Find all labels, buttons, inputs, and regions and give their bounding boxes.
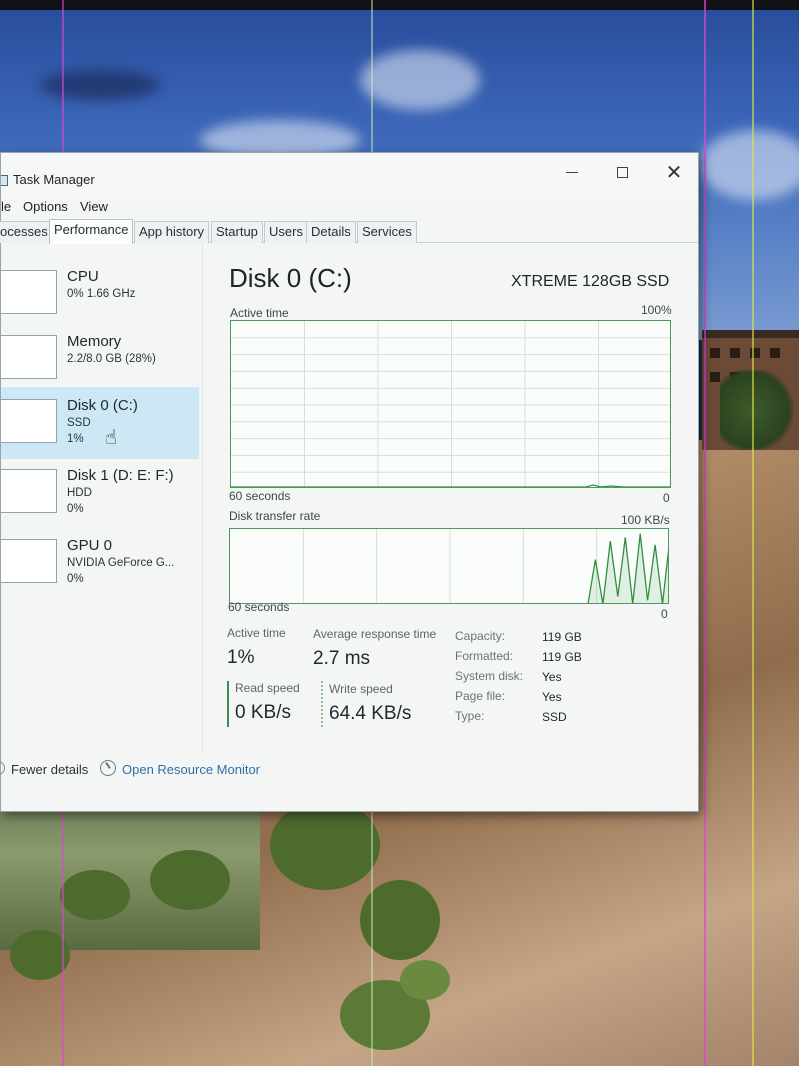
maximize-button[interactable] [599,157,645,187]
resource-name: Disk 1 (D: E: F:) [67,467,174,484]
active-time-stat-value: 1% [227,647,255,668]
resource-monitor-icon[interactable] [100,760,116,776]
window-title: Task Manager [13,172,95,187]
active-time-graph-min: 0 [663,491,670,505]
page-file-value: Yes [542,690,562,704]
tab-strip: ocesses Performance App history Startup … [0,219,698,244]
tab-details[interactable]: Details [306,221,356,243]
chevron-up-icon[interactable] [0,761,5,775]
active-time-graph-label: Active time [230,306,289,320]
resource-item-gpu-0[interactable]: GPU 0 NVIDIA GeForce G... 0% [1,533,199,599]
resource-detail: HDD [67,487,92,499]
capacity-value: 119 GB [542,630,582,644]
open-resource-monitor-link[interactable]: Open Resource Monitor [122,762,260,777]
resource-list: CPU 0% 1.66 GHz Memory 2.2/8.0 GB (28%) … [1,244,203,754]
minimize-button[interactable] [549,157,595,187]
resource-name: CPU [67,268,99,285]
close-button[interactable]: ✕ [651,157,697,187]
resource-detail: 0% 1.66 GHz [67,288,136,300]
transfer-graph-duration: 60 seconds [228,600,290,614]
resource-item-cpu[interactable]: CPU 0% 1.66 GHz [1,264,199,330]
resource-detail: NVIDIA GeForce G... [67,557,175,569]
system-disk-label: System disk: [455,669,524,683]
resource-item-disk-1[interactable]: Disk 1 (D: E: F:) HDD 0% [1,463,199,529]
tab-services[interactable]: Services [357,221,417,243]
disk-1-mini-graph [1,469,57,513]
menu-file[interactable]: le [1,199,11,214]
resource-usage: 0% [67,503,84,515]
disk-0-mini-graph [1,399,57,443]
read-speed-value: 0 KB/s [235,702,291,723]
write-speed-value: 64.4 KB/s [329,703,412,724]
type-value: SSD [542,710,567,724]
active-time-graph-plot [231,321,670,487]
menu-view[interactable]: View [80,199,108,214]
system-disk-value: Yes [542,670,562,684]
write-speed-label: Write speed [329,682,393,696]
resource-detail: 2.2/8.0 GB (28%) [67,353,156,365]
resource-name: Disk 0 (C:) [67,397,138,414]
menu-options[interactable]: Options [23,199,68,214]
disk-title: Disk 0 (C:) [229,263,352,293]
page-file-label: Page file: [455,689,506,703]
task-manager-icon [1,175,8,186]
transfer-graph-label: Disk transfer rate [229,509,321,523]
transfer-rate-plot [302,529,668,603]
resource-item-disk-0[interactable]: Disk 0 (C:) SSD 1% ☝ [1,387,199,459]
tab-processes[interactable]: ocesses [0,221,53,243]
monitor-bezel [0,0,799,10]
disk-model: XTREME 128GB SSD [511,273,670,290]
maximize-icon [616,166,628,178]
read-speed-label: Read speed [235,681,300,695]
title-bar[interactable]: Task Manager ✕ [1,153,698,197]
task-manager-window: Task Manager ✕ le Options View ocesses P… [0,152,699,812]
tab-users[interactable]: Users [264,221,308,243]
memory-mini-graph [1,335,57,379]
formatted-value: 119 GB [542,650,582,664]
read-speed-marker [227,681,229,727]
resource-name: GPU 0 [67,537,113,554]
resource-usage: 1% [67,433,84,445]
transfer-graph-min: 0 [661,607,668,621]
transfer-graph-max: 100 KB/s [621,513,670,527]
active-time-stat-label: Active time [227,626,286,640]
fewer-details-link[interactable]: Fewer details [11,762,88,777]
cpu-mini-graph [1,270,57,314]
tab-startup[interactable]: Startup [211,221,263,243]
formatted-label: Formatted: [455,649,514,663]
transfer-rate-graph [229,528,669,604]
resource-name: Memory [67,333,122,350]
resource-item-memory[interactable]: Memory 2.2/8.0 GB (28%) [1,329,199,395]
write-speed-marker [321,681,323,727]
tab-performance[interactable]: Performance [49,219,134,244]
resource-usage: 0% [67,573,84,585]
active-time-graph-duration: 60 seconds [229,489,291,503]
resource-detail: SSD [67,417,91,429]
tab-app-history[interactable]: App history [134,221,210,243]
avg-response-value: 2.7 ms [313,648,371,669]
minimize-icon [566,171,578,173]
gpu-mini-graph [1,539,57,583]
hand-pointer-icon: ☝ [105,427,118,449]
close-icon: ✕ [665,161,683,184]
avg-response-label: Average response time [313,627,437,641]
capacity-label: Capacity: [455,629,506,643]
active-time-graph [230,320,671,488]
active-time-graph-max: 100% [641,303,672,317]
type-label: Type: [455,709,485,723]
